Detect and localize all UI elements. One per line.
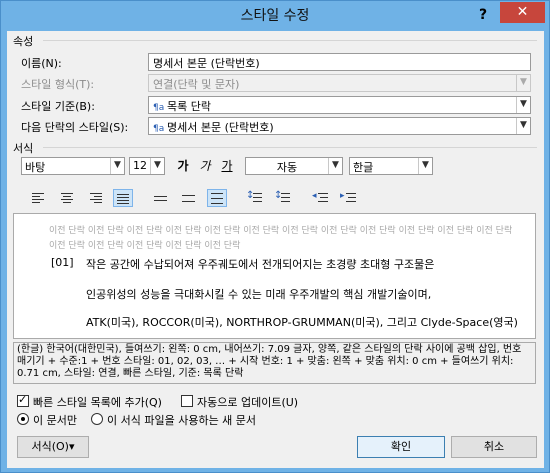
italic-button[interactable]: 가 — [195, 157, 215, 175]
chevron-down-icon[interactable]: ▼ — [110, 158, 124, 174]
based-on-label: 스타일 기준(B): — [21, 100, 95, 113]
name-input[interactable]: 명세서 본문 (단락번호) — [148, 53, 531, 71]
new-documents-radio[interactable] — [91, 413, 103, 425]
font-value: 바탕 — [25, 161, 46, 174]
font-size-value: 12 — [133, 159, 147, 172]
add-quick-style-checkbox[interactable] — [17, 393, 29, 407]
chevron-down-icon[interactable]: ▼ — [328, 158, 342, 174]
increase-indent-icon[interactable]: ▸ — [339, 189, 359, 207]
style-description: (한글) 한국어(대한민국), 들여쓰기: 왼쪽: 0 cm, 내어쓰기: 7.… — [13, 342, 536, 384]
preview-line-3: ATK(미국), ROCCOR(미국), NORTHROP-GRUMMAN(미국… — [86, 316, 518, 329]
this-document-radio[interactable] — [17, 413, 29, 425]
new-documents-label[interactable]: 이 서식 파일을 사용하는 새 문서 — [107, 412, 256, 428]
auto-update-checkbox[interactable] — [181, 395, 193, 407]
bold-button[interactable]: 가 — [173, 157, 193, 175]
auto-update-label[interactable]: 자동으로 업데이트(U) — [197, 394, 298, 410]
this-document-label[interactable]: 이 문서만 — [33, 412, 77, 428]
style-type-label: 스타일 형식(T): — [21, 78, 95, 91]
chevron-down-icon: ▼ — [516, 75, 530, 91]
font-color-select[interactable]: 자동 ▼ — [245, 157, 343, 175]
modify-style-dialog: 스타일 수정 ? ✕ 속성 이름(N): 명세서 본문 (단락번호) 스타일 형… — [0, 0, 550, 473]
next-style-select[interactable]: ¶a 명세서 본문 (단락번호) ▼ — [148, 117, 531, 135]
based-on-select[interactable]: ¶a 목록 단락 ▼ — [148, 96, 531, 114]
add-quick-style-label[interactable]: 빠른 스타일 목록에 추가(Q) — [33, 394, 162, 410]
decrease-spacing-icon[interactable]: ↕ — [273, 189, 293, 207]
name-value: 명세서 본문 (단락번호) — [153, 57, 260, 70]
chevron-down-icon[interactable]: ▼ — [516, 97, 530, 113]
help-button[interactable]: ? — [470, 4, 496, 26]
style-type-select: 연결(단락 및 문자) ▼ — [148, 74, 531, 92]
language-select[interactable]: 한글 ▼ — [349, 157, 433, 175]
chevron-down-icon[interactable]: ▼ — [418, 158, 432, 174]
close-button[interactable]: ✕ — [500, 2, 545, 23]
decrease-indent-icon[interactable]: ◂ — [311, 189, 331, 207]
properties-section-label: 속성 — [13, 35, 34, 48]
font-color-value: 자동 — [276, 161, 298, 174]
format-menu-button[interactable]: 서식(O)▾ — [17, 436, 89, 458]
next-style-value: 명세서 본문 (단락번호) — [167, 121, 274, 134]
ok-button[interactable]: 확인 — [357, 436, 445, 458]
underline-button[interactable]: 가 — [217, 157, 237, 175]
one-half-spacing-icon[interactable] — [179, 189, 199, 207]
dialog-title: 스타일 수정 — [240, 8, 310, 24]
format-section-label: 서식 — [13, 142, 34, 155]
double-spacing-icon[interactable] — [207, 189, 227, 207]
align-center-icon[interactable] — [57, 189, 77, 207]
title-bar[interactable]: 스타일 수정 ? ✕ — [1, 1, 549, 31]
chevron-down-icon[interactable]: ▼ — [516, 118, 530, 134]
cancel-button[interactable]: 취소 — [451, 436, 537, 458]
preview-number: [01] — [51, 256, 74, 269]
preview-previous-paragraph: 이전 단락 이전 단락 이전 단락 이전 단락 이전 단락 이전 단락 이전 단… — [49, 226, 513, 251]
name-label: 이름(N): — [21, 57, 62, 70]
paragraph-style-icon: ¶a — [153, 124, 165, 134]
increase-spacing-icon[interactable]: ↕ — [245, 189, 265, 207]
font-size-select[interactable]: 12 ▼ — [129, 157, 165, 175]
based-on-value: 목록 단락 — [167, 100, 211, 113]
dialog-body: 속성 이름(N): 명세서 본문 (단락번호) 스타일 형식(T): 연결(단락… — [7, 31, 544, 468]
preview-line-2: 인공위성의 성능을 극대화시킬 수 있는 미래 우주개발의 핵심 개발기술이며, — [86, 288, 432, 301]
align-right-icon[interactable] — [85, 189, 105, 207]
align-justify-icon[interactable] — [113, 189, 133, 207]
preview-line-1: 작은 공간에 수납되어져 우주궤도에서 전개되어지는 초경량 초대형 구조물은 — [86, 258, 435, 271]
style-preview: 이전 단락 이전 단락 이전 단락 이전 단락 이전 단락 이전 단락 이전 단… — [13, 213, 536, 339]
align-left-icon[interactable] — [29, 189, 49, 207]
style-type-value: 연결(단락 및 문자) — [153, 78, 240, 91]
divider — [43, 147, 537, 148]
divider — [43, 40, 537, 41]
font-select[interactable]: 바탕 ▼ — [21, 157, 125, 175]
chevron-down-icon[interactable]: ▼ — [150, 158, 164, 174]
language-value: 한글 — [353, 161, 374, 174]
single-spacing-icon[interactable] — [151, 189, 171, 207]
paragraph-style-icon: ¶a — [153, 103, 165, 113]
next-style-label: 다음 단락의 스타일(S): — [21, 121, 129, 134]
